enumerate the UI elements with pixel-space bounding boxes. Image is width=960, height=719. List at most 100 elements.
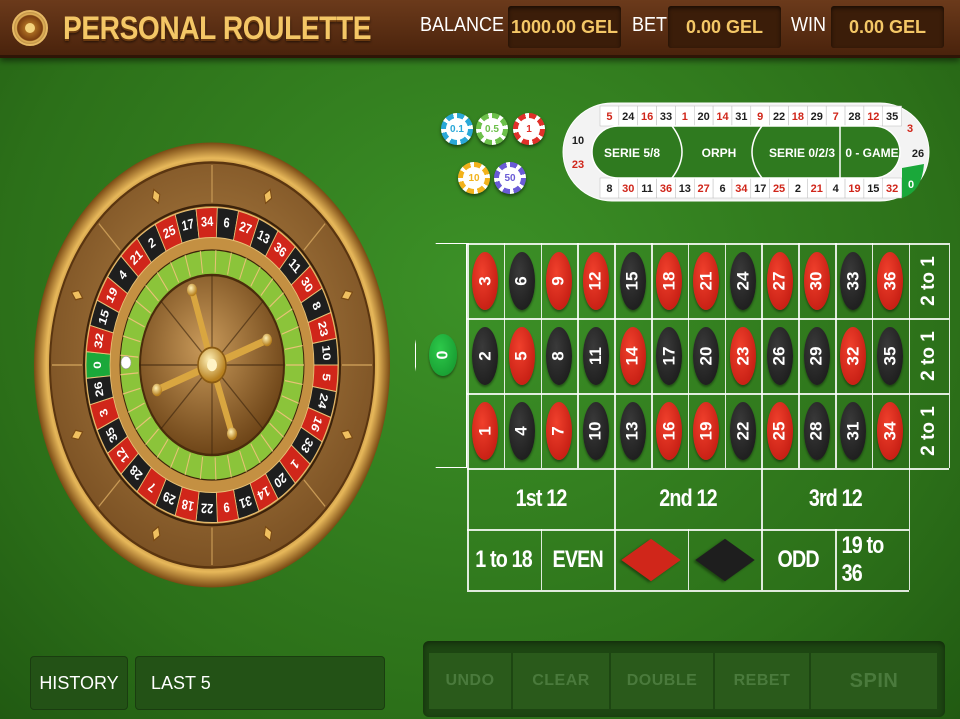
- number-label: 2: [475, 350, 495, 361]
- number-cell-34[interactable]: 34: [872, 393, 909, 468]
- number-cell-31[interactable]: 31: [835, 393, 872, 468]
- number-cell-18[interactable]: 18: [651, 243, 688, 318]
- number-cell-23[interactable]: 23: [725, 318, 762, 393]
- last-5-panel[interactable]: LAST 5: [135, 656, 385, 710]
- racetrack-number: 20: [698, 111, 710, 123]
- dozen-bet-2[interactable]: 2nd 12: [614, 468, 761, 529]
- racetrack-number: 30: [622, 183, 634, 195]
- number-oval: 6: [509, 251, 536, 310]
- racetrack-number: 33: [660, 111, 672, 123]
- black-bet[interactable]: [688, 529, 762, 590]
- number-cell-21[interactable]: 21: [688, 243, 725, 318]
- number-cell-6[interactable]: 6: [504, 243, 541, 318]
- spin-button[interactable]: SPIN: [811, 653, 937, 709]
- number-cell-27[interactable]: 27: [761, 243, 798, 318]
- number-cell-24[interactable]: 24: [725, 243, 762, 318]
- number-cell-36[interactable]: 36: [872, 243, 909, 318]
- chip-0-1[interactable]: 0.1: [441, 113, 473, 145]
- racetrack-zero-game[interactable]: 0 - GAME: [845, 146, 898, 160]
- number-label: 34: [880, 421, 900, 440]
- red-bet[interactable]: [614, 529, 688, 590]
- number-oval: 1: [472, 401, 499, 460]
- number-cell-7[interactable]: 7: [541, 393, 578, 468]
- number-cell-25[interactable]: 25: [761, 393, 798, 468]
- number-cell-17[interactable]: 17: [651, 318, 688, 393]
- number-cell-11[interactable]: 11: [577, 318, 614, 393]
- number-label: 28: [806, 421, 826, 440]
- high-bet[interactable]: 19 to 36: [835, 529, 909, 590]
- number-cell-8[interactable]: 8: [541, 318, 578, 393]
- number-cell-26[interactable]: 26: [761, 318, 798, 393]
- racetrack-number[interactable]: 26: [912, 148, 924, 160]
- racetrack-number: 5: [606, 111, 612, 123]
- racetrack-number[interactable]: 10: [572, 135, 584, 147]
- number-cell-9[interactable]: 9: [541, 243, 578, 318]
- number-cell-13[interactable]: 13: [614, 393, 651, 468]
- racetrack-number[interactable]: 3: [907, 123, 913, 135]
- number-label: 19: [696, 421, 716, 440]
- number-label: 30: [806, 271, 826, 290]
- number-label: 5: [512, 350, 532, 361]
- chip-0-5[interactable]: 0.5: [476, 113, 508, 145]
- racetrack-number: 2: [795, 183, 801, 195]
- column-bet-1[interactable]: 2 to 1: [909, 243, 949, 318]
- racetrack-number: 9: [757, 111, 763, 123]
- chip-value: 50: [504, 172, 516, 184]
- number-cell-30[interactable]: 30: [798, 243, 835, 318]
- undo-button[interactable]: UNDO: [429, 653, 511, 709]
- number-cell-4[interactable]: 4: [504, 393, 541, 468]
- game-controls: UNDO CLEAR DOUBLE REBET SPIN: [423, 641, 945, 717]
- racetrack-number: 31: [735, 111, 747, 123]
- racetrack-number[interactable]: 23: [572, 159, 584, 171]
- number-label: 31: [843, 421, 863, 440]
- number-cell-33[interactable]: 33: [835, 243, 872, 318]
- double-button[interactable]: DOUBLE: [611, 653, 713, 709]
- number-cell-28[interactable]: 28: [798, 393, 835, 468]
- number-label: 10: [585, 421, 605, 440]
- racetrack-number: 16: [641, 111, 653, 123]
- racetrack-orph[interactable]: ORPH: [702, 146, 737, 160]
- wheel-pocket-number: 18: [181, 496, 196, 514]
- number-cell-2[interactable]: 2: [467, 318, 504, 393]
- chip-10[interactable]: 10: [458, 162, 490, 194]
- racetrack-serie-5-8[interactable]: SERIE 5/8: [604, 146, 660, 160]
- number-cell-14[interactable]: 14: [614, 318, 651, 393]
- number-label: 17: [659, 346, 679, 365]
- number-oval: 5: [509, 326, 536, 385]
- number-cell-5[interactable]: 5: [504, 318, 541, 393]
- number-cell-35[interactable]: 35: [872, 318, 909, 393]
- number-oval: 4: [509, 401, 536, 460]
- dozen-bet-1[interactable]: 1st 12: [467, 468, 614, 529]
- number-cell-19[interactable]: 19: [688, 393, 725, 468]
- number-cell-12[interactable]: 12: [577, 243, 614, 318]
- number-cell-20[interactable]: 20: [688, 318, 725, 393]
- number-cell-29[interactable]: 29: [798, 318, 835, 393]
- clear-button[interactable]: CLEAR: [513, 653, 609, 709]
- number-cell-32[interactable]: 32: [835, 318, 872, 393]
- number-oval: 34: [877, 401, 904, 460]
- racetrack-number: 29: [811, 111, 823, 123]
- number-cell-16[interactable]: 16: [651, 393, 688, 468]
- racetrack-serie-0-2-3[interactable]: SERIE 0/2/3: [769, 146, 835, 160]
- number-cell-3[interactable]: 3: [467, 243, 504, 318]
- chip-1[interactable]: 1: [513, 113, 545, 145]
- number-cell-10[interactable]: 10: [577, 393, 614, 468]
- number-label: 22: [732, 421, 752, 440]
- racetrack-number: 19: [848, 183, 860, 195]
- rebet-button[interactable]: REBET: [715, 653, 809, 709]
- column-bet-3[interactable]: 2 to 1: [909, 393, 949, 468]
- number-oval: 19: [693, 401, 720, 460]
- number-oval: 22: [729, 401, 756, 460]
- chip-50[interactable]: 50: [494, 162, 526, 194]
- low-bet[interactable]: 1 to 18: [467, 529, 541, 590]
- even-bet[interactable]: EVEN: [541, 529, 615, 590]
- number-cell-1[interactable]: 1: [467, 393, 504, 468]
- odd-bet[interactable]: ODD: [761, 529, 835, 590]
- number-cell-22[interactable]: 22: [725, 393, 762, 468]
- wheel-pocket-number: 10: [320, 345, 333, 362]
- column-bet-2[interactable]: 2 to 1: [909, 318, 949, 393]
- history-button[interactable]: HISTORY: [30, 656, 128, 710]
- number-label: 35: [880, 346, 900, 365]
- number-cell-15[interactable]: 15: [614, 243, 651, 318]
- dozen-bet-3[interactable]: 3rd 12: [761, 468, 908, 529]
